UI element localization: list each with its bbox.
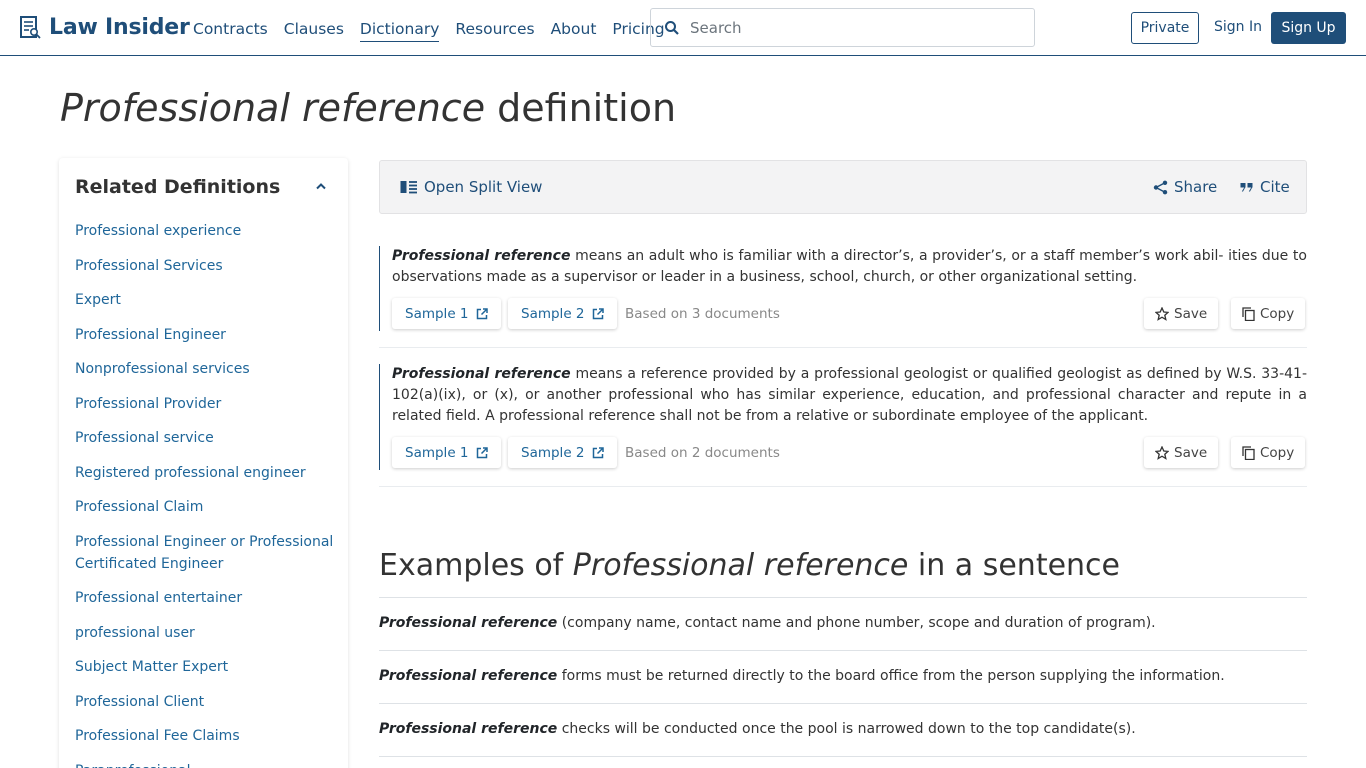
related-definition-link[interactable]: Professional service xyxy=(75,427,335,449)
sign-in-link[interactable]: Sign In xyxy=(1214,19,1262,35)
related-definitions-list: Professional experience Professional Ser… xyxy=(75,220,335,768)
page-title-suffix: definition xyxy=(485,86,677,130)
related-definition-link[interactable]: Professional experience xyxy=(75,220,335,242)
external-link-icon xyxy=(476,446,488,458)
based-on-count: Based on 2 documents xyxy=(625,445,780,461)
example-text: (company name, contact name and phone nu… xyxy=(557,615,1156,631)
main-nav: Contracts Clauses Dictionary Resources A… xyxy=(193,20,681,42)
related-definition-link[interactable]: professional user xyxy=(75,622,335,644)
definition-text: Professional reference means an adult wh… xyxy=(392,246,1307,288)
save-button[interactable]: Save xyxy=(1144,298,1219,329)
related-definition-link[interactable]: Nonprofessional services xyxy=(75,358,335,380)
external-link-icon xyxy=(592,307,604,319)
examples-heading-suffix: in a sentence xyxy=(908,548,1121,583)
based-on-count: Based on 3 documents xyxy=(625,306,780,322)
definition-entry: Professional reference means a reference… xyxy=(379,364,1307,487)
related-definition-link[interactable]: Professional Provider xyxy=(75,393,335,415)
nav-contracts[interactable]: Contracts xyxy=(193,20,268,42)
sample-2-button[interactable]: Sample 2 xyxy=(508,437,617,468)
copy-button[interactable]: Copy xyxy=(1231,298,1306,329)
copy-icon xyxy=(1242,306,1255,321)
example-sentence: Professional reference checks will be co… xyxy=(379,703,1307,756)
nav-clauses[interactable]: Clauses xyxy=(284,20,344,42)
page-title: Professional reference definition xyxy=(60,86,676,130)
save-label: Save xyxy=(1174,305,1208,322)
page-title-term: Professional reference xyxy=(60,86,486,130)
save-label: Save xyxy=(1174,444,1208,461)
copy-icon xyxy=(1242,445,1255,460)
example-text: forms must be returned directly to the b… xyxy=(557,668,1225,684)
related-definition-link[interactable]: Professional Fee Claims xyxy=(75,725,335,747)
share-button[interactable]: Share xyxy=(1153,178,1217,196)
related-definition-link[interactable]: Professional Services xyxy=(75,255,335,277)
sample-1-label: Sample 1 xyxy=(405,444,469,461)
open-split-view-label: Open Split View xyxy=(424,178,543,196)
example-term: Professional reference xyxy=(379,668,558,684)
example-sentence: Professional reference forms must be ret… xyxy=(379,650,1307,703)
examples-heading-term: Professional reference xyxy=(572,548,909,583)
definition-entry: Professional reference means an adult wh… xyxy=(379,246,1307,348)
logo[interactable]: Law Insider xyxy=(19,14,190,40)
cite-label: Cite xyxy=(1260,178,1290,196)
site-header: Law Insider Contracts Clauses Dictionary… xyxy=(0,0,1366,56)
example-text: checks will be conducted once the pool i… xyxy=(557,721,1136,737)
external-link-icon xyxy=(592,446,604,458)
example-term: Professional reference xyxy=(379,721,558,737)
definition-accent-bar xyxy=(379,246,380,331)
example-sentence: Professional reference (company name, co… xyxy=(379,597,1307,650)
copy-label: Copy xyxy=(1260,305,1295,322)
sign-up-button[interactable]: Sign Up xyxy=(1271,12,1346,44)
private-button[interactable]: Private xyxy=(1131,12,1199,44)
star-icon xyxy=(1155,306,1169,321)
related-definition-link[interactable]: Professional Claim xyxy=(75,496,335,518)
sample-2-label: Sample 2 xyxy=(521,305,585,322)
related-definition-link[interactable]: Expert xyxy=(75,289,335,311)
save-button[interactable]: Save xyxy=(1144,437,1219,468)
nav-dictionary[interactable]: Dictionary xyxy=(359,20,440,42)
examples-heading: Examples of Professional reference in a … xyxy=(379,548,1120,583)
related-definition-link[interactable]: Professional Client xyxy=(75,691,335,713)
definition-toolbar: Open Split View Share Cite xyxy=(379,160,1307,214)
related-definition-link[interactable]: Paraprofessional xyxy=(75,760,335,768)
star-icon xyxy=(1155,445,1169,460)
share-icon xyxy=(1153,180,1168,194)
logo-icon xyxy=(20,16,41,39)
sample-1-button[interactable]: Sample 1 xyxy=(392,437,501,468)
sample-1-label: Sample 1 xyxy=(405,305,469,322)
open-split-view-button[interactable]: Open Split View xyxy=(400,178,542,196)
nav-resources[interactable]: Resources xyxy=(455,20,534,42)
related-definition-link[interactable]: Professional Engineer or Professional Ce… xyxy=(75,531,335,575)
related-definition-link[interactable]: Subject Matter Expert xyxy=(75,656,335,678)
example-divider xyxy=(379,756,1307,768)
cite-button[interactable]: Cite xyxy=(1240,178,1290,196)
share-label: Share xyxy=(1174,178,1218,196)
definition-term: Professional reference xyxy=(392,366,571,382)
examples-heading-prefix: Examples of xyxy=(379,548,573,583)
nav-about[interactable]: About xyxy=(551,20,597,42)
search-input[interactable] xyxy=(690,18,1010,37)
copy-label: Copy xyxy=(1260,444,1295,461)
split-view-icon xyxy=(400,181,417,194)
external-link-icon xyxy=(476,307,488,319)
sample-2-button[interactable]: Sample 2 xyxy=(508,298,617,329)
search-icon xyxy=(665,20,679,35)
logo-text: Law Insider xyxy=(49,14,190,40)
related-definition-link[interactable]: Registered professional engineer xyxy=(75,462,335,484)
related-definitions-panel: Related Definitions Professional experie… xyxy=(59,158,348,768)
related-definitions-title: Related Definitions xyxy=(75,176,281,198)
example-term: Professional reference xyxy=(379,615,558,631)
chevron-up-icon[interactable] xyxy=(315,182,327,190)
related-definition-link[interactable]: Professional entertainer xyxy=(75,587,335,609)
related-definition-link[interactable]: Professional Engineer xyxy=(75,324,335,346)
definition-accent-bar xyxy=(379,364,380,470)
quote-icon xyxy=(1240,183,1253,192)
definition-term: Professional reference xyxy=(392,248,571,264)
sample-1-button[interactable]: Sample 1 xyxy=(392,298,501,329)
definition-text: Professional reference means a reference… xyxy=(392,364,1307,427)
sample-2-label: Sample 2 xyxy=(521,444,585,461)
search-box[interactable] xyxy=(650,8,1035,47)
copy-button[interactable]: Copy xyxy=(1231,437,1306,468)
